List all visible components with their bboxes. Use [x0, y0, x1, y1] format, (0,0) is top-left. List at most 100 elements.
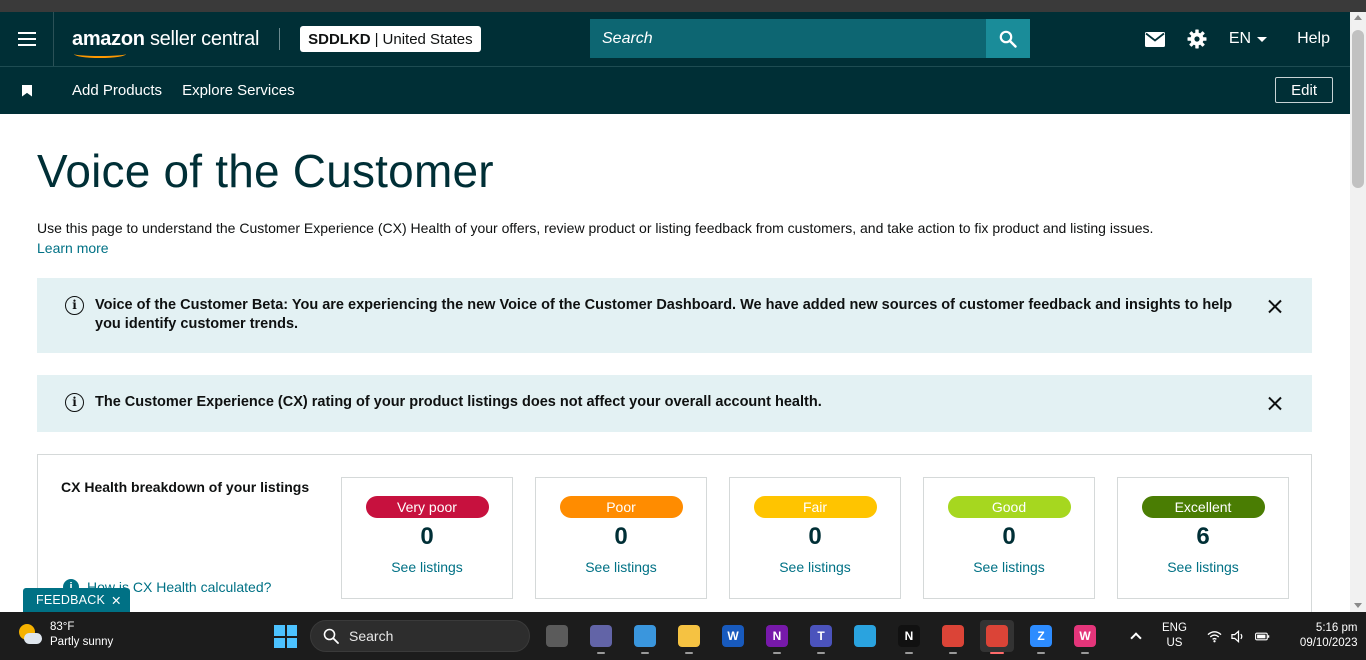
- taskbar-app[interactable]: T: [804, 620, 838, 654]
- system-tray: ENG US 5:16 pm 09/10/2023: [1128, 612, 1357, 660]
- info-icon: i: [65, 296, 84, 315]
- page-scrollbar[interactable]: [1350, 12, 1366, 612]
- input-language[interactable]: ENG US: [1162, 621, 1187, 651]
- taskbar-app[interactable]: [672, 620, 706, 654]
- running-indicator: [597, 652, 605, 654]
- seller-central-logo[interactable]: amazon seller central: [72, 27, 259, 58]
- taskbar-app[interactable]: [584, 620, 618, 654]
- wps-icon: W: [1074, 625, 1096, 647]
- browser-top-strip: [0, 0, 1366, 12]
- top-header: amazon seller central SDDLKD | United St…: [0, 12, 1350, 66]
- taskbar-search-label: Search: [349, 628, 394, 644]
- taskbar-app[interactable]: [540, 620, 574, 652]
- speaker-icon: [1231, 629, 1243, 643]
- running-indicator: [1037, 652, 1045, 654]
- mail-icon[interactable]: [1144, 31, 1165, 47]
- header-actions: EN Help: [1144, 12, 1330, 66]
- bookmark-icon[interactable]: [22, 84, 32, 97]
- search-icon: [323, 628, 339, 644]
- cx-count: 0: [420, 523, 434, 550]
- see-listings-link[interactable]: See listings: [779, 559, 851, 575]
- taskbar-app[interactable]: N: [892, 620, 926, 654]
- beta-alert-text: Voice of the Customer Beta: You are expe…: [95, 297, 1233, 332]
- taskbar-app[interactable]: W: [716, 620, 750, 652]
- cx-health-panel: CX Health breakdown of your listings i H…: [37, 454, 1312, 614]
- store-separator: |: [374, 30, 379, 48]
- taskbar-app[interactable]: [936, 620, 970, 654]
- taskbar-app[interactable]: N: [760, 620, 794, 654]
- cx-count: 0: [614, 523, 628, 550]
- clock-time: 5:16 pm: [1315, 622, 1358, 634]
- teams-icon: T: [810, 625, 832, 647]
- close-icon[interactable]: [1268, 396, 1282, 410]
- taskbar-app[interactable]: Z: [1024, 620, 1058, 654]
- store-selector[interactable]: SDDLKD | United States: [300, 26, 481, 52]
- close-icon[interactable]: [1268, 299, 1282, 313]
- taskbar-search[interactable]: Search: [310, 620, 530, 652]
- store-code: SDDLKD: [308, 30, 371, 48]
- beta-alert: i Voice of the Customer Beta: You are ex…: [37, 278, 1312, 353]
- see-listings-link[interactable]: See listings: [1167, 559, 1239, 575]
- see-listings-link[interactable]: See listings: [391, 559, 463, 575]
- cx-rating-pill: Very poor: [365, 496, 489, 518]
- logo-brand: amazon: [72, 27, 145, 50]
- taskbar-app[interactable]: [980, 620, 1014, 654]
- chevron-up-icon[interactable]: [1130, 632, 1142, 644]
- info-icon: i: [65, 393, 84, 412]
- taskbar-app[interactable]: W: [1068, 620, 1102, 654]
- cx-rating-alert: i The Customer Experience (CX) rating of…: [37, 375, 1312, 432]
- cx-rating-pill: Good: [947, 496, 1071, 518]
- word-icon: W: [722, 625, 744, 647]
- gear-icon[interactable]: [1187, 29, 1207, 49]
- see-listings-link[interactable]: See listings: [973, 559, 1045, 575]
- taskbar-app[interactable]: [848, 620, 882, 652]
- search-input[interactable]: Search: [590, 19, 986, 58]
- caret-down-icon: [1257, 36, 1268, 42]
- running-indicator: [685, 652, 693, 654]
- cx-rating-pill: Excellent: [1141, 496, 1265, 518]
- see-listings-link[interactable]: See listings: [585, 559, 657, 575]
- taskbar-apps: WNTNZW: [540, 620, 1102, 654]
- cx-card-very-poor: Very poor 0 See listings: [341, 477, 513, 599]
- edit-button[interactable]: Edit: [1275, 77, 1333, 103]
- help-link[interactable]: Help: [1297, 30, 1330, 48]
- cx-count: 6: [1196, 523, 1210, 550]
- notepad-icon: [634, 625, 656, 647]
- file-explorer-icon: [678, 625, 700, 647]
- header-divider: [279, 28, 281, 50]
- weather-widget[interactable]: 83°F Partly sunny: [18, 620, 113, 650]
- running-indicator: [990, 652, 1004, 654]
- language-label: EN: [1228, 30, 1252, 47]
- cx-rating-alert-text: The Customer Experience (CX) rating of y…: [95, 394, 822, 410]
- scroll-down-icon[interactable]: [1354, 603, 1362, 608]
- weather-temperature: 83°F: [50, 621, 75, 633]
- running-indicator: [817, 652, 825, 654]
- search-button[interactable]: [986, 19, 1030, 58]
- windows-taskbar: 83°F Partly sunny Search WNTNZW ENG US 5…: [0, 612, 1366, 660]
- running-indicator: [641, 652, 649, 654]
- hamburger-menu-icon[interactable]: [0, 12, 54, 66]
- store-country: United States: [382, 30, 473, 48]
- running-indicator: [949, 652, 957, 654]
- amazon-smile-icon: [74, 50, 126, 58]
- cx-card-poor: Poor 0 See listings: [535, 477, 707, 599]
- language-selector[interactable]: EN: [1228, 30, 1268, 48]
- system-clock[interactable]: 5:16 pm 09/10/2023: [1300, 621, 1358, 651]
- feedback-button[interactable]: FEEDBACK ✕: [23, 588, 130, 612]
- input-language-code: ENG: [1162, 622, 1187, 634]
- cx-health-cards: Very poor 0 See listings Poor 0 See list…: [341, 477, 1289, 599]
- nav-add-products[interactable]: Add Products: [72, 82, 162, 99]
- learn-more-link[interactable]: Learn more: [37, 238, 1313, 258]
- zoom-icon: Z: [1030, 625, 1052, 647]
- scroll-up-icon[interactable]: [1354, 15, 1362, 20]
- weather-condition: Partly sunny: [50, 636, 114, 648]
- scroll-thumb[interactable]: [1352, 30, 1364, 188]
- tray-icons[interactable]: [1207, 629, 1270, 643]
- wifi-icon: [1207, 630, 1222, 642]
- page-intro: Use this page to understand the Customer…: [37, 220, 1154, 236]
- netflix-icon: N: [898, 625, 920, 647]
- taskbar-app[interactable]: [628, 620, 662, 654]
- close-icon[interactable]: ✕: [111, 593, 122, 608]
- windows-start-icon[interactable]: [274, 625, 297, 648]
- nav-explore-services[interactable]: Explore Services: [182, 82, 295, 99]
